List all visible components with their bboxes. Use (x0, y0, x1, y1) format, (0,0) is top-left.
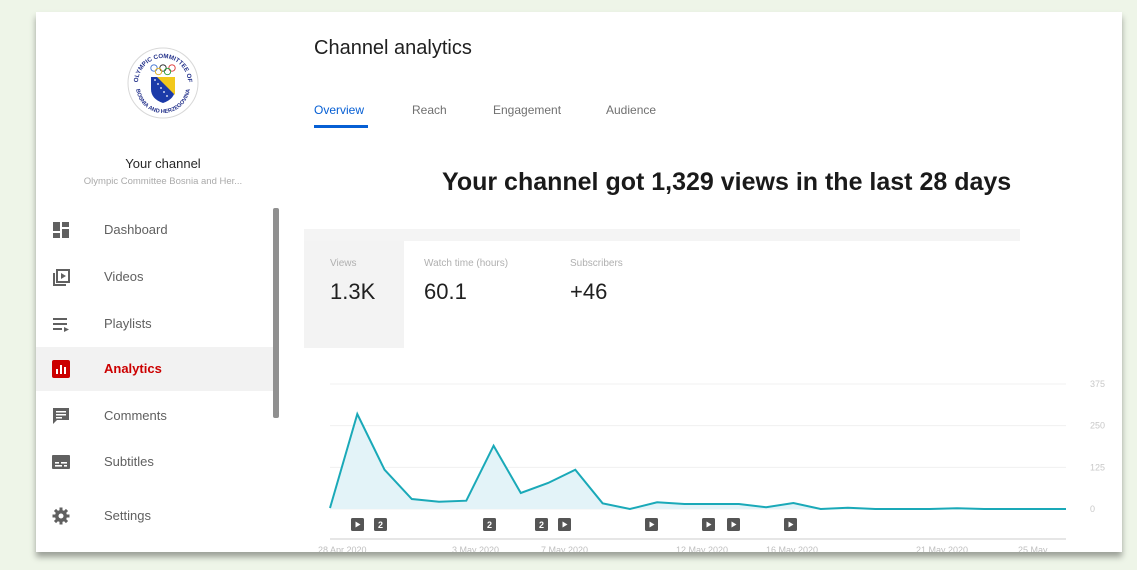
upload-marker (727, 518, 740, 531)
metric-value: 60.1 (424, 279, 467, 304)
chart-line (329, 411, 1066, 511)
tab-engagement[interactable]: Engagement (493, 103, 561, 117)
upload-marker: 2 (374, 518, 387, 531)
main-content: Channel analytics Overview Reach Engagem… (290, 12, 1122, 552)
x-tick-label: 12 May 2020 (676, 545, 728, 552)
playlists-icon (52, 315, 70, 333)
y-tick-label: 250 (1090, 421, 1105, 431)
marker-count: 2 (539, 520, 544, 530)
channel-title: Your channel (125, 156, 201, 171)
sidebar-item-dashboard[interactable]: Dashboard (36, 208, 276, 252)
page-title: Channel analytics (314, 37, 472, 59)
metric-card-watch-time[interactable]: Watch time (hours) 60.1 (424, 258, 508, 305)
upload-markers: 2 2 2 (351, 518, 797, 531)
sidebar-item-subtitles[interactable]: Subtitles (36, 440, 276, 484)
y-tick-label: 125 (1090, 462, 1105, 472)
upload-marker (645, 518, 658, 531)
tab-overview[interactable]: Overview (314, 103, 364, 117)
metric-label: Subscribers (570, 258, 623, 269)
x-tick-label: 28 Apr 2020 (318, 545, 367, 552)
upload-marker (702, 518, 715, 531)
app-window: OLYMPIC COMMITTEE OF BOSNIA AND HERZEGOV… (36, 12, 1122, 552)
upload-marker (351, 518, 364, 531)
subtitles-icon (52, 453, 70, 471)
views-chart[interactable]: 375 250 125 0 2 2 2 28 Apr 2020 3 May 2020 7 Ma… (290, 352, 1122, 552)
metric-band (304, 229, 1020, 241)
y-tick-label: 375 (1090, 379, 1105, 389)
x-axis-ticks: 28 Apr 2020 3 May 2020 7 May 2020 12 May 20… (318, 545, 1048, 552)
videos-icon (52, 268, 70, 286)
sidebar-scrollbar[interactable] (273, 208, 279, 418)
active-tab-indicator (314, 125, 368, 128)
sidebar-item-settings[interactable]: Settings (36, 494, 276, 538)
sidebar-item-label: Analytics (104, 361, 162, 376)
x-tick-label: 21 May 2020 (916, 545, 968, 552)
headline: Your channel got 1,329 views in the last… (442, 168, 1012, 196)
sidebar: OLYMPIC COMMITTEE OF BOSNIA AND HERZEGOV… (36, 12, 290, 552)
x-tick-label: 7 May 2020 (541, 545, 588, 552)
metric-label: Views (330, 258, 357, 269)
sidebar-item-label: Dashboard (104, 222, 168, 237)
x-tick-label: 3 May 2020 (452, 545, 499, 552)
upload-marker: 2 (483, 518, 496, 531)
x-tick-label: 25 May (1018, 545, 1048, 552)
metric-card-views[interactable]: Views 1.3K (330, 258, 375, 305)
upload-marker: 2 (535, 518, 548, 531)
marker-count: 2 (378, 520, 383, 530)
sidebar-item-comments[interactable]: Comments (36, 394, 276, 438)
sidebar-item-label: Comments (104, 408, 167, 423)
y-axis-ticks: 375 250 125 0 (1090, 379, 1105, 514)
sidebar-item-label: Subtitles (104, 454, 154, 469)
metric-value: +46 (570, 279, 608, 304)
chart-grid (330, 383, 1066, 510)
tab-audience[interactable]: Audience (606, 103, 656, 117)
tab-reach[interactable]: Reach (412, 103, 447, 117)
sidebar-item-analytics[interactable]: Analytics (36, 347, 276, 391)
sidebar-item-playlists[interactable]: Playlists (36, 302, 276, 346)
sidebar-item-label: Settings (104, 508, 151, 523)
upload-marker (784, 518, 797, 531)
sidebar-item-label: Playlists (104, 316, 152, 331)
dashboard-icon (52, 221, 70, 239)
marker-count: 2 (487, 520, 492, 530)
settings-icon (52, 507, 70, 525)
metric-card-subscribers[interactable]: Subscribers +46 (570, 258, 623, 305)
metric-label: Watch time (hours) (424, 258, 509, 269)
x-tick-label: 16 May 2020 (766, 545, 818, 552)
channel-name: Olympic Committee Bosnia and Her... (83, 176, 243, 187)
sidebar-item-videos[interactable]: Videos (36, 255, 276, 299)
chart-area (330, 414, 1066, 509)
metric-value: 1.3K (330, 279, 376, 304)
y-tick-label: 0 (1090, 504, 1095, 514)
comments-icon (52, 407, 70, 425)
upload-marker (558, 518, 571, 531)
sidebar-item-label: Videos (104, 269, 144, 284)
analytics-icon (52, 360, 70, 378)
channel-avatar[interactable]: OLYMPIC COMMITTEE OF BOSNIA AND HERZEGOV… (126, 46, 200, 120)
